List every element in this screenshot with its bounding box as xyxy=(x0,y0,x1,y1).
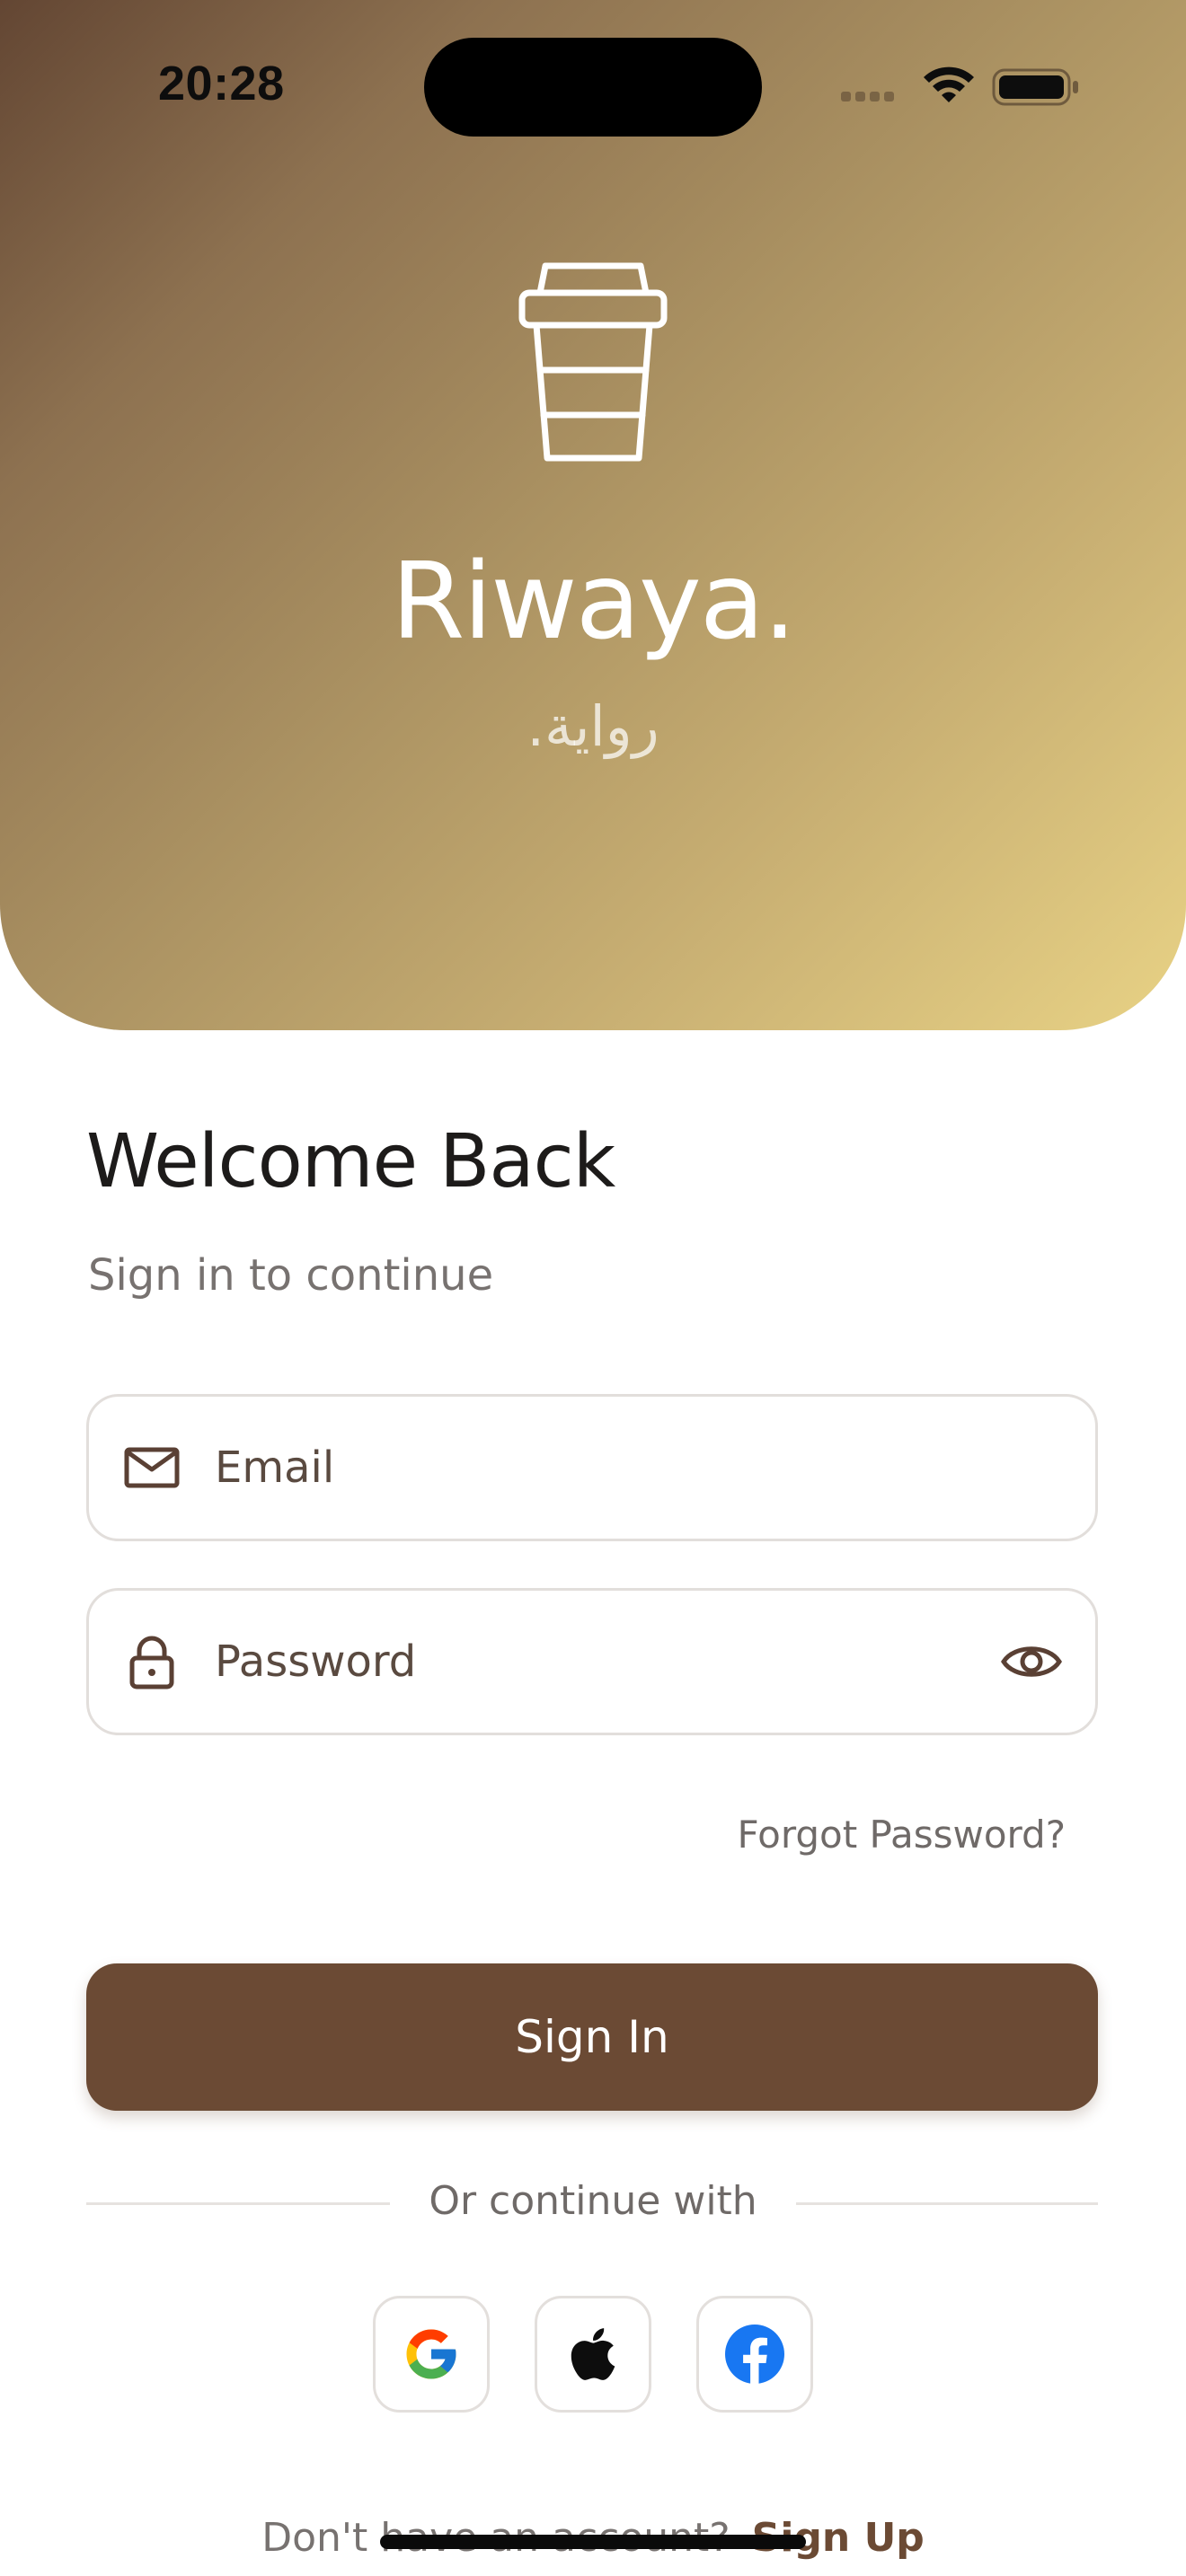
brand-header: 20:28 Riwaya. رواية. xyxy=(0,0,1186,1030)
password-field[interactable] xyxy=(86,1588,1098,1735)
eye-icon[interactable] xyxy=(1000,1630,1063,1693)
divider-line-right xyxy=(796,2202,1098,2205)
status-icons xyxy=(841,66,1078,106)
mail-icon xyxy=(124,1447,180,1488)
forgot-password-link[interactable]: Forgot Password? xyxy=(737,1813,1066,1857)
dynamic-island xyxy=(424,38,762,137)
home-indicator[interactable] xyxy=(380,2535,806,2549)
coffee-cup-icon xyxy=(518,262,668,462)
apple-icon xyxy=(571,2328,615,2380)
status-bar: 20:28 xyxy=(0,0,1186,171)
cellular-signal-icon xyxy=(841,92,894,101)
app-name-arabic: رواية. xyxy=(527,693,659,759)
email-field[interactable] xyxy=(86,1394,1098,1541)
lock-icon xyxy=(129,1636,174,1689)
battery-icon xyxy=(992,68,1078,106)
facebook-icon xyxy=(725,2325,784,2385)
password-input[interactable] xyxy=(215,1591,987,1733)
login-screen: 20:28 Riwaya. رواية. Welcome Back Sign i… xyxy=(0,0,1186,2576)
social-divider-label: Or continue with xyxy=(429,2178,757,2224)
google-sign-in-button[interactable] xyxy=(373,2296,490,2413)
email-input[interactable] xyxy=(215,1397,987,1539)
status-time: 20:28 xyxy=(158,57,285,110)
app-name: Riwaya. xyxy=(391,539,796,663)
welcome-subtitle: Sign in to continue xyxy=(88,1250,494,1301)
facebook-sign-in-button[interactable] xyxy=(696,2296,813,2413)
divider-line-left xyxy=(86,2202,390,2205)
sign-in-button[interactable]: Sign In xyxy=(86,1963,1098,2111)
apple-sign-in-button[interactable] xyxy=(535,2296,651,2413)
wifi-icon xyxy=(924,66,974,102)
google-icon xyxy=(406,2329,456,2379)
welcome-title: Welcome Back xyxy=(86,1119,615,1204)
